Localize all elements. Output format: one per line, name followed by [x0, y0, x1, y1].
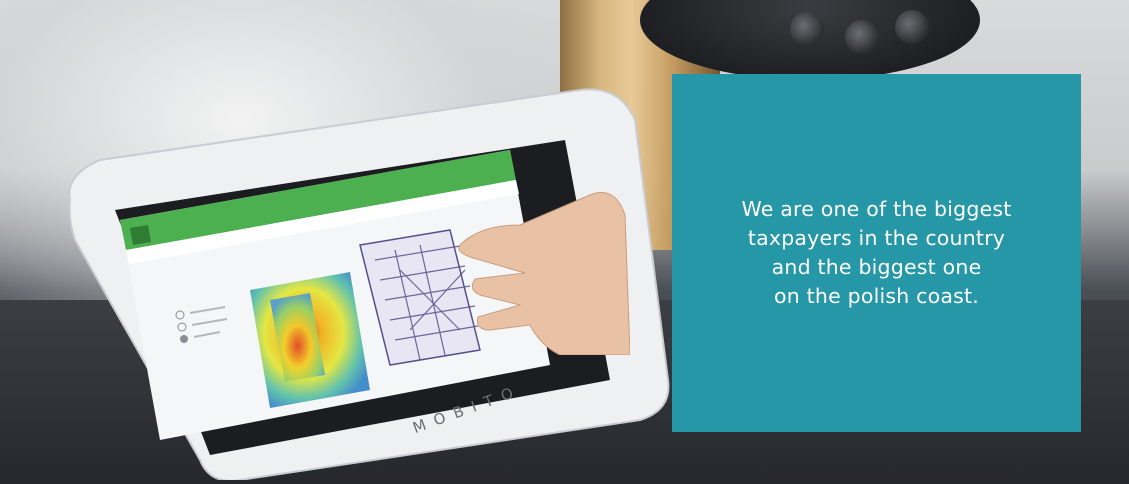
- message-line-4: on the polish coast.: [774, 284, 979, 308]
- hero-banner: MOBITO We are one of the biggest taxpaye…: [0, 0, 1129, 484]
- hand: [458, 192, 630, 355]
- message-line-1: We are one of the biggest: [741, 197, 1012, 221]
- message-line-3: and the biggest one: [771, 255, 982, 279]
- message-line-2: taxpayers in the country: [747, 226, 1006, 250]
- message-panel: We are one of the biggest taxpayers in t…: [672, 74, 1081, 432]
